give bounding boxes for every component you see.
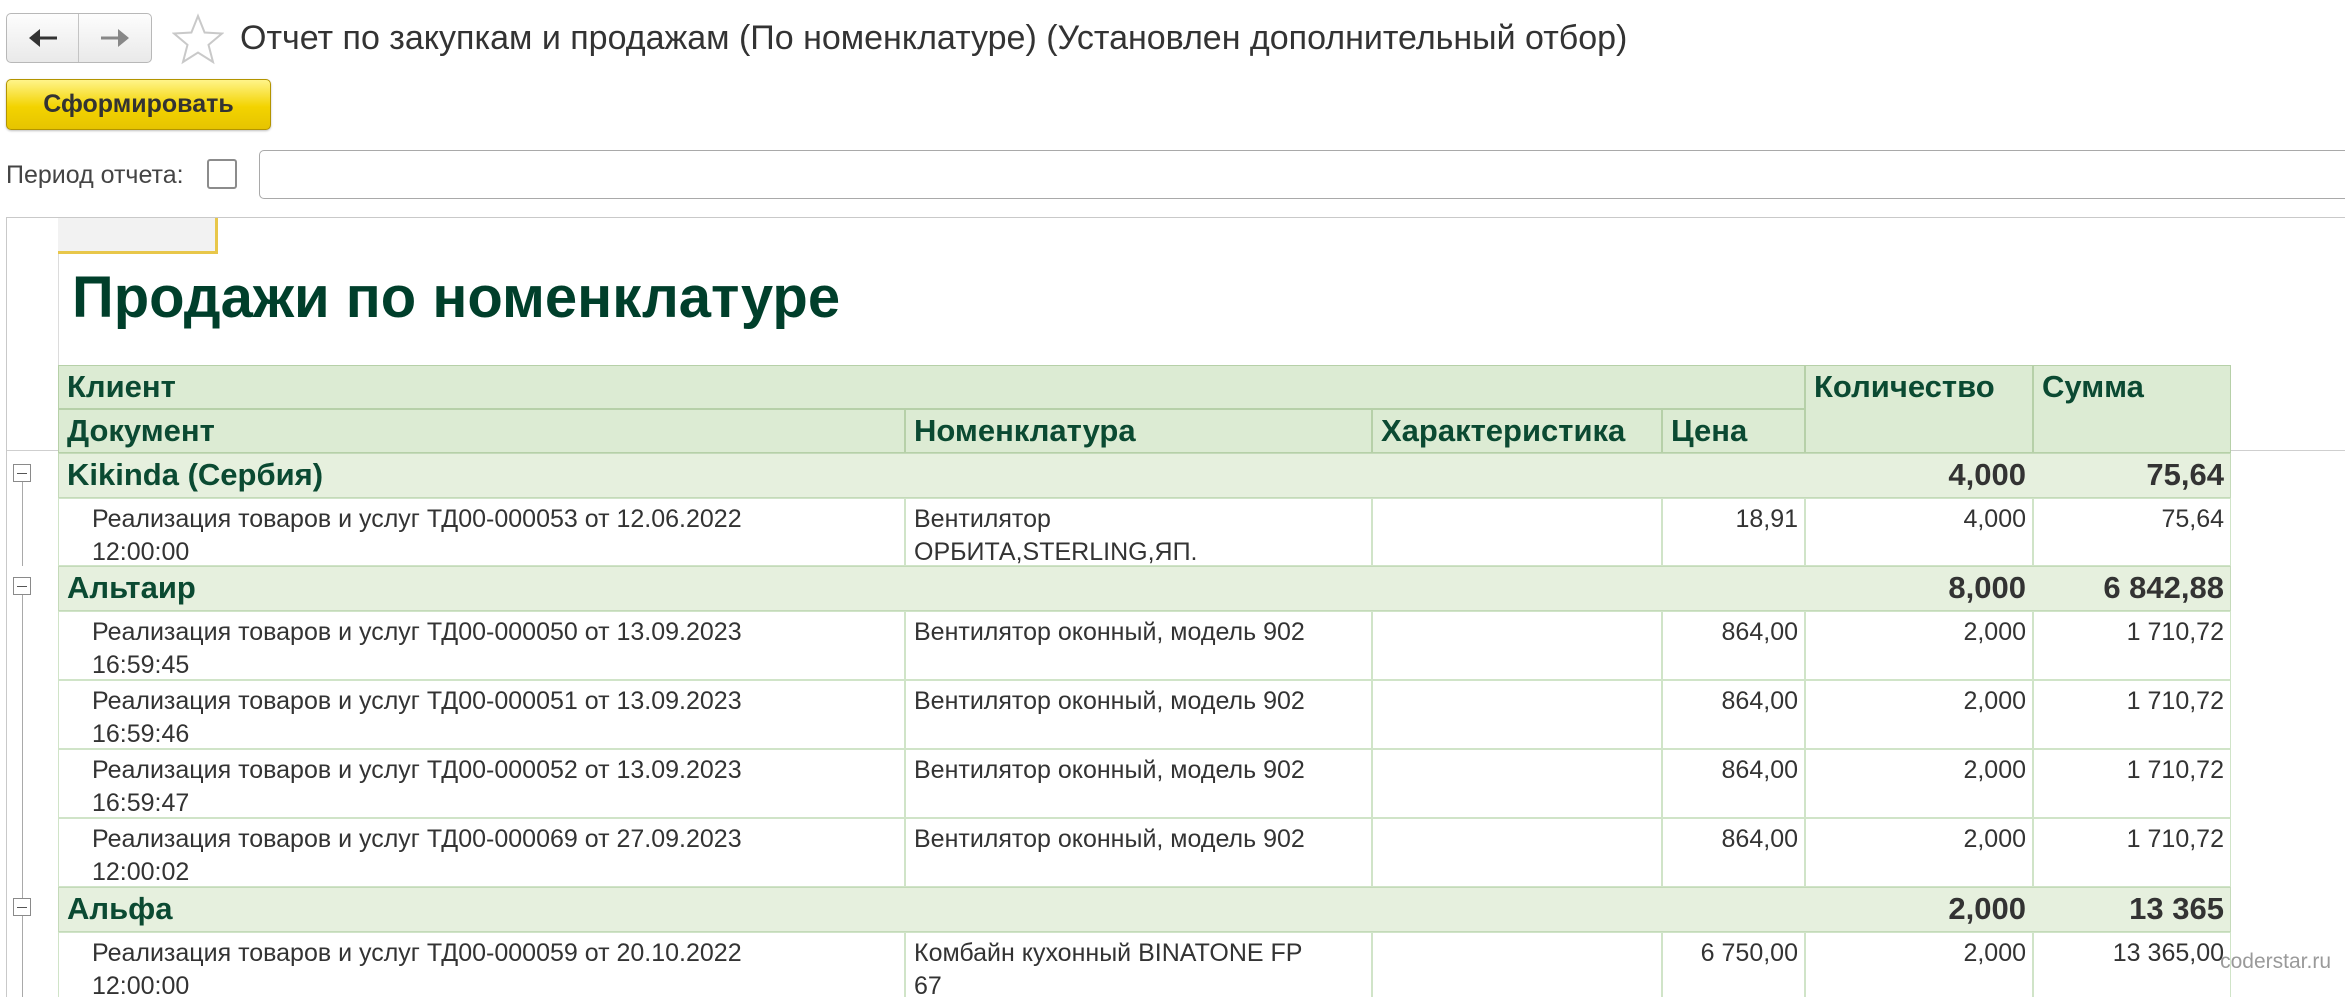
cell-document: Реализация товаров и услуг ТД00-000050 о…: [58, 611, 905, 680]
report-area[interactable]: Продажи по номенклатуре Клиент Документ …: [6, 217, 2345, 997]
table-row[interactable]: Реализация товаров и услуг ТД00-000053 о…: [7, 498, 2231, 566]
period-input[interactable]: [259, 150, 2345, 199]
cell-characteristic: [1372, 680, 1662, 749]
header-client: Клиент: [58, 365, 1805, 409]
group-quantity: 2,000: [1948, 891, 2026, 926]
group-client: Альфа: [67, 891, 173, 926]
cell-price: 864,00: [1662, 749, 1805, 818]
cell-quantity: 2,000: [1805, 818, 2033, 887]
cell-price: 864,00: [1662, 680, 1805, 749]
cell-document: Реализация товаров и услуг ТД00-000053 о…: [58, 498, 905, 566]
cell-quantity: 4,000: [1805, 498, 2033, 566]
star-icon: [171, 13, 225, 65]
collapse-icon: [17, 472, 27, 474]
cell-sum: 13 365,00: [2033, 932, 2231, 997]
table-row[interactable]: Реализация товаров и услуг ТД00-000059 о…: [7, 932, 2231, 997]
group-sum: 13 365: [2129, 891, 2224, 926]
cell-nomenclature: Вентилятор оконный, модель 902: [905, 749, 1372, 818]
cell-characteristic: [1372, 498, 1662, 566]
cell-nomenclature: Вентилятор оконный, модель 902: [905, 818, 1372, 887]
collapse-toggle[interactable]: [13, 898, 31, 916]
history-nav: [6, 13, 152, 63]
table-row[interactable]: Реализация товаров и услуг ТД00-000052 о…: [7, 749, 2231, 818]
table-row[interactable]: Реализация товаров и услуг ТД00-000051 о…: [7, 680, 2231, 749]
header-quantity: Количество: [1805, 365, 2033, 453]
header-nomenclature: Номенклатура: [905, 409, 1372, 453]
cell-sum: 1 710,72: [2033, 749, 2231, 818]
forward-button[interactable]: [79, 14, 151, 62]
cell-quantity: 2,000: [1805, 932, 2033, 997]
cell-characteristic: [1372, 749, 1662, 818]
arrow-right-icon: [101, 29, 129, 47]
cell-nomenclature: Вентилятор ОРБИТА,STERLING,ЯП.: [905, 498, 1372, 566]
cell-sum: 1 710,72: [2033, 680, 2231, 749]
generate-button[interactable]: Сформировать: [6, 79, 271, 130]
cell-price: 6 750,00: [1662, 932, 1805, 997]
cell-document: Реализация товаров и услуг ТД00-000051 о…: [58, 680, 905, 749]
group-quantity: 4,000: [1948, 457, 2026, 492]
arrow-left-icon: [28, 29, 57, 47]
table-row[interactable]: Реализация товаров и услуг ТД00-000050 о…: [7, 611, 2231, 680]
group-client: Kikinda (Сербия): [67, 457, 324, 492]
group-quantity: 8,000: [1948, 570, 2026, 605]
collapse-toggle[interactable]: [13, 577, 31, 595]
cell-sum: 75,64: [2033, 498, 2231, 566]
cell-quantity: 2,000: [1805, 611, 2033, 680]
cell-price: 18,91: [1662, 498, 1805, 566]
cell-characteristic: [1372, 932, 1662, 997]
cell-document: Реализация товаров и услуг ТД00-000069 о…: [58, 818, 905, 887]
table-row[interactable]: Реализация товаров и услуг ТД00-000069 о…: [7, 818, 2231, 887]
cell-price: 864,00: [1662, 611, 1805, 680]
header-sum: Сумма: [2033, 365, 2231, 453]
cell-document: Реализация товаров и услуг ТД00-000052 о…: [58, 749, 905, 818]
group-client: Альтаир: [67, 570, 196, 605]
active-cell-marker: [58, 218, 218, 254]
report-title: Продажи по номенклатуре: [72, 265, 841, 330]
header-price: Цена: [1662, 409, 1805, 453]
cell-nomenclature: Вентилятор оконный, модель 902: [905, 611, 1372, 680]
cell-nomenclature: Комбайн кухонный BINATONE FP 67: [905, 932, 1372, 997]
group-row[interactable]: Альтаир 8,000 6 842,88: [58, 566, 2231, 611]
cell-characteristic: [1372, 818, 1662, 887]
cell-characteristic: [1372, 611, 1662, 680]
cell-sum: 1 710,72: [2033, 611, 2231, 680]
group-row[interactable]: Альфа 2,000 13 365: [58, 887, 2231, 932]
cell-quantity: 2,000: [1805, 749, 2033, 818]
header-characteristic: Характеристика: [1372, 409, 1662, 453]
collapse-icon: [17, 585, 27, 587]
header-document: Документ: [58, 409, 905, 453]
cell-price: 864,00: [1662, 818, 1805, 887]
group-sum: 6 842,88: [2103, 570, 2224, 605]
period-checkbox[interactable]: [207, 159, 237, 189]
collapse-toggle[interactable]: [13, 464, 31, 482]
watermark: coderstar.ru: [2220, 950, 2331, 973]
cell-quantity: 2,000: [1805, 680, 2033, 749]
collapse-icon: [17, 906, 27, 908]
favorite-button[interactable]: [171, 13, 225, 65]
group-sum: 75,64: [2146, 457, 2224, 492]
cell-document: Реализация товаров и услуг ТД00-000059 о…: [58, 932, 905, 997]
tree-line: [22, 547, 23, 566]
back-button[interactable]: [7, 14, 79, 62]
page-title: Отчет по закупкам и продажам (По номенкл…: [240, 19, 1628, 57]
cell-nomenclature: Вентилятор оконный, модель 902: [905, 680, 1372, 749]
cell-sum: 1 710,72: [2033, 818, 2231, 887]
group-row[interactable]: Kikinda (Сербия) 4,000 75,64: [58, 453, 2231, 498]
period-label: Период отчета:: [6, 161, 184, 189]
